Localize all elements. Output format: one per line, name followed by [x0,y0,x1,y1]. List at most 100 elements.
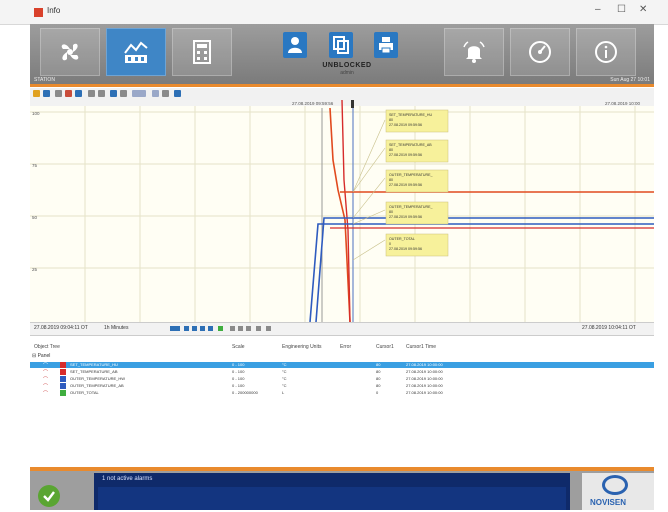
legend-table-header: Object Tree Scale Engineering Units Erro… [30,342,654,352]
svg-text:27.08.2019 09:59:56: 27.08.2019 09:59:56 [389,215,422,219]
callout-outer-temperature-2: OUTER_TEMPERATURE_ 80 27.08.2019 09:59:5… [385,201,449,225]
compare-icon[interactable] [132,90,146,97]
cursor-handle[interactable] [351,100,354,108]
copy-button[interactable] [329,32,353,58]
table-row[interactable]: ⌒ SET_TEMPERATURE_HU 0 - 100 °C 80 27.08… [30,362,654,369]
brand-logo: NOVISEN [582,473,654,510]
draw-line-icon[interactable] [88,90,95,97]
status-user: admin [340,70,354,76]
user-button[interactable] [283,32,307,58]
svg-text:27.08.2019 09:59:56: 27.08.2019 09:59:56 [389,123,422,127]
callout-outer-temperature-1: OUTER_TEMPERATURE_ 80 27.08.2019 09:59:5… [385,169,449,193]
series-outer-temperature-hw [309,223,654,323]
table-row[interactable]: ⌒ OUTER_TEMPERATURE_AB 0 - 100 °C 80 27.… [30,383,654,390]
zoom-select[interactable]: 1h Minutes [104,325,128,331]
column-engineering-units[interactable]: Engineering Units [282,344,321,350]
grid-icon[interactable] [110,90,117,97]
calculator-icon [193,40,211,64]
pan-icon[interactable] [256,326,261,331]
first-icon[interactable] [184,326,189,331]
series-color-swatch [60,362,66,368]
start-time[interactable]: 27.08.2019 09:04:11 OT [34,325,88,331]
factory-chart-icon [124,41,148,63]
speedometer-button[interactable] [510,28,570,76]
station-label: STATION [34,77,55,83]
y-tick: 25 [32,267,38,272]
trend-chart[interactable]: 27.08.2019 09:59:56 27.08.2019 10:00 100… [30,99,654,323]
y-tick: 75 [32,163,38,168]
zoom-out-icon[interactable] [238,326,243,331]
table-row[interactable]: ⌒ OUTER_TOTAL 0 - 200000000 L 0 27.08.20… [30,390,654,397]
trend-button[interactable] [106,28,166,76]
callout-set-temperature-hu: SET_TEMPERATURE_HU 80 27.08.2019 09:59:5… [385,109,449,133]
fit-icon[interactable] [266,326,271,331]
cursor-icon[interactable] [120,90,127,97]
callout-set-temperature-ab: SET_TEMPERATURE_AB 80 27.08.2019 09:59:5… [385,139,449,163]
settings-icon[interactable] [174,90,181,97]
alarm-panel[interactable]: 1 not active alarms [94,473,570,510]
maximize-button[interactable]: ☐ [617,4,626,15]
user-icon [288,37,302,53]
next-icon[interactable] [200,326,205,331]
time-navigation-bar: 27.08.2019 09:04:11 OT 1h Minutes 27.08.… [30,322,654,336]
svg-text:0: 0 [389,242,391,246]
table-icon[interactable] [152,90,159,97]
tree-root[interactable]: ⊟ Panel [32,353,50,359]
svg-text:80: 80 [389,210,393,214]
series-color-swatch [60,390,66,396]
column-cursor1-time[interactable]: Cursor1 Time [406,344,436,350]
column-scale[interactable]: Scale [232,344,245,350]
fan-button[interactable] [40,28,100,76]
minimize-button[interactable]: – [595,4,601,15]
table-row[interactable]: ⌒ OUTER_TEMPERATURE_HW 0 - 100 °C 80 27.… [30,376,654,383]
printer-button[interactable] [374,32,398,58]
date-time: Sun Aug 27 10:01 [610,77,650,83]
trend-plot[interactable]: 27.08.2019 09:59:56 27.08.2019 10:00 100… [30,99,654,323]
trend-wave-icon: ⌒ [43,377,49,383]
series-color-swatch [60,369,66,375]
calculator-button[interactable] [172,28,232,76]
last-icon[interactable] [208,326,213,331]
column-object-tree[interactable]: Object Tree [34,344,60,350]
open-icon[interactable] [33,90,40,97]
svg-text:SET_TEMPERATURE_AB: SET_TEMPERATURE_AB [389,143,432,147]
column-cursor1[interactable]: Cursor1 [376,344,394,350]
prev-icon[interactable] [192,326,197,331]
play-icon[interactable] [218,326,223,331]
end-time[interactable]: 27.08.2019 10:04:11 OT [582,325,636,331]
brand-logo-icon [602,475,628,495]
table-row[interactable]: ⌒ SET_TEMPERATURE_AB 0 - 100 °C 80 27.08… [30,369,654,376]
info-icon [595,41,617,63]
save-icon[interactable] [43,90,50,97]
speedometer-icon [529,41,551,63]
ok-status-icon[interactable] [38,485,60,507]
alarm-title: 1 not active alarms [102,476,153,482]
draw-line-2-icon[interactable] [98,90,105,97]
svg-text:SET_TEMPERATURE_HU: SET_TEMPERATURE_HU [389,113,432,117]
series-color-swatch [60,376,66,382]
close-button[interactable]: ✕ [639,4,647,15]
column-error[interactable]: Error [340,344,351,350]
series-outer-temperature-ab [315,217,654,323]
cursor-time-label: 27.08.2019 09:59:56 [292,101,334,106]
trend-wave-icon: ⌒ [43,363,49,369]
svg-text:80: 80 [389,148,393,152]
svg-text:27.08.2019 09:59:56: 27.08.2019 09:59:56 [389,183,422,187]
printer-icon [379,37,393,54]
zoom-in-icon[interactable] [230,326,235,331]
print-icon[interactable] [75,90,82,97]
trend-wave-icon: ⌒ [43,370,49,376]
range-icon[interactable] [170,326,180,331]
alarm-list[interactable] [98,487,566,510]
status-label: UNBLOCKED [322,62,372,69]
app-logo-icon [34,8,43,17]
info-button[interactable] [576,28,636,76]
zoom-reset-icon[interactable] [246,326,251,331]
zoom-icon[interactable] [55,90,62,97]
window-title: Info [47,6,61,15]
trend-wave-icon: ⌒ [43,384,49,390]
export-icon[interactable] [65,90,72,97]
fan-icon [61,43,79,61]
edit-icon[interactable] [162,90,169,97]
alarm-button[interactable] [444,28,504,76]
